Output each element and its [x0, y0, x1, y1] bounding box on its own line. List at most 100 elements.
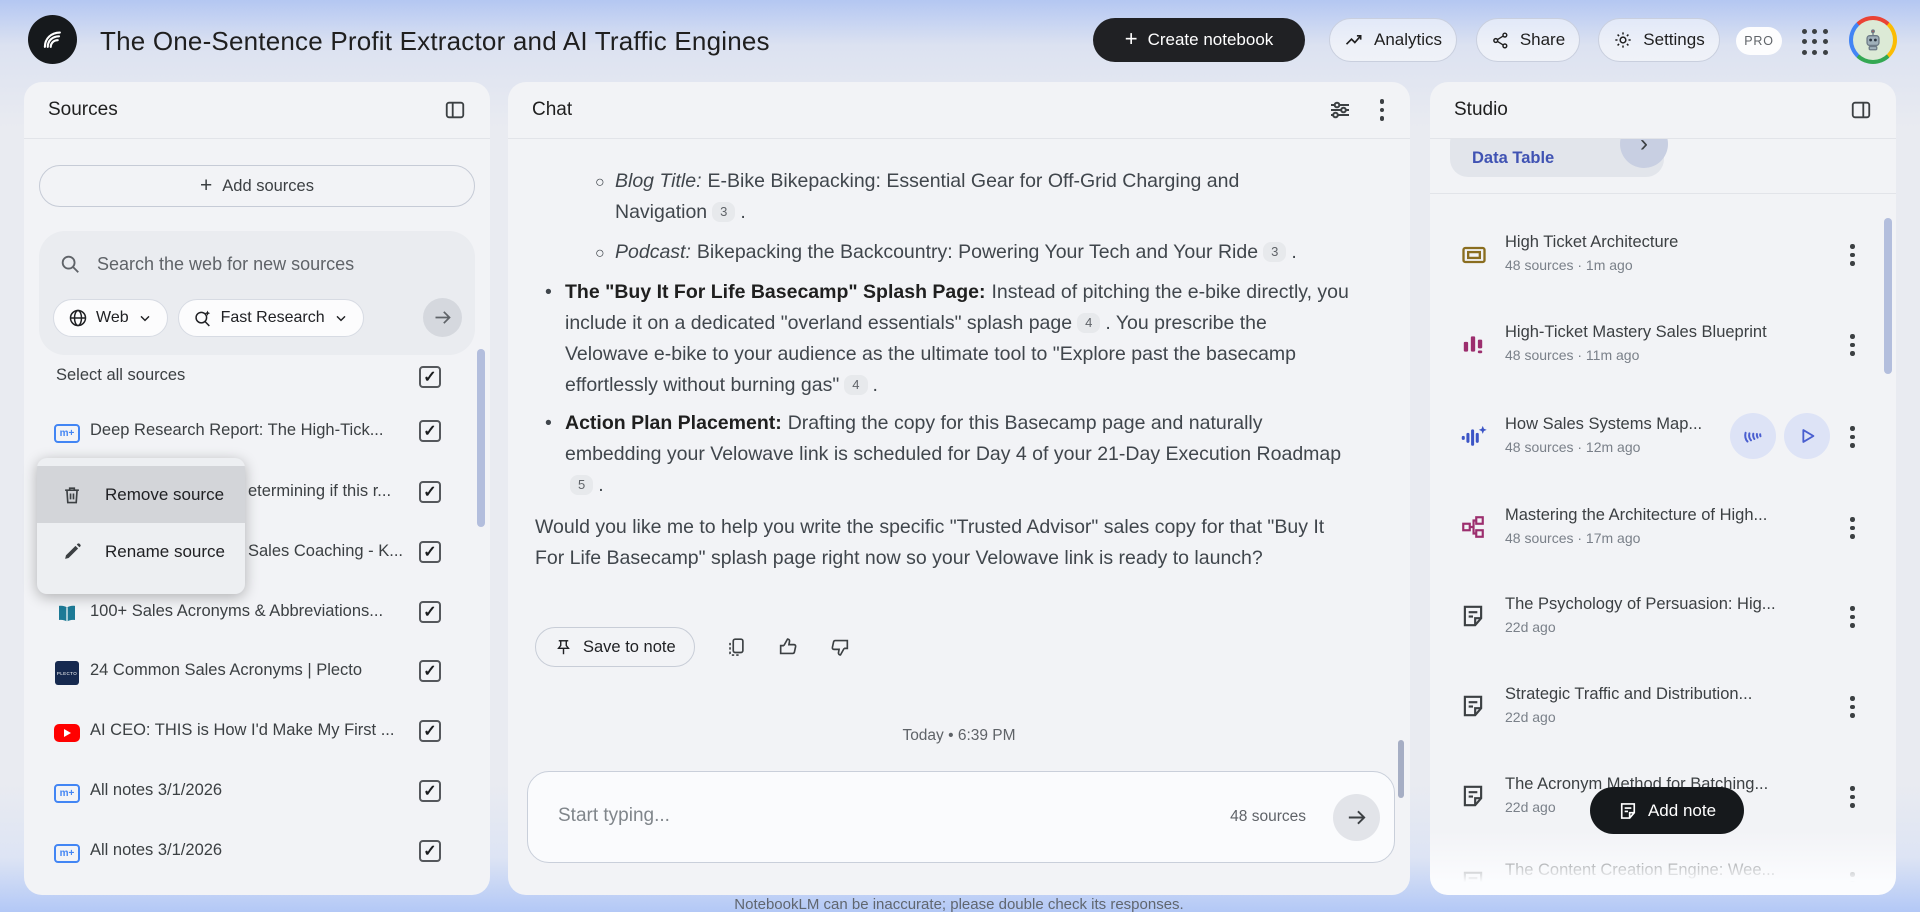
note-icon	[1460, 869, 1488, 895]
remove-source-menu-item[interactable]: Remove source	[37, 466, 245, 523]
book-icon	[54, 601, 80, 627]
add-note-button[interactable]: Add note	[1590, 787, 1744, 834]
citation-badge[interactable]: 3	[1263, 242, 1287, 262]
chat-timestamp: Today • 6:39 PM	[902, 727, 1016, 744]
source-row[interactable]: AI CEO: THIS is How I'd Make My First ..…	[24, 708, 490, 756]
studio-item-title: The Psychology of Persuasion: Hig...	[1505, 595, 1776, 613]
studio-item[interactable]: The Content Creation Engine: Wee...	[1430, 851, 1896, 895]
gear-icon	[1615, 32, 1631, 48]
app-launcher-icon[interactable]	[1800, 27, 1830, 57]
citation-badge[interactable]: 4	[1077, 313, 1101, 333]
studio-item-audio[interactable]: How Sales Systems Map... 48 sources · 12…	[1430, 405, 1896, 469]
trash-icon	[65, 486, 79, 503]
chat-settings-icon[interactable]	[1328, 98, 1352, 122]
chat-more-menu-icon[interactable]	[1378, 97, 1387, 123]
copy-icon[interactable]	[725, 636, 747, 658]
send-button[interactable]	[1333, 794, 1380, 841]
citation-badge[interactable]: 3	[712, 202, 736, 222]
table-icon	[1460, 241, 1488, 269]
source-row[interactable]: m+ All notes 3/1/2026 ✓	[24, 828, 490, 876]
source-checkbox[interactable]: ✓	[419, 541, 441, 563]
source-checkbox[interactable]: ✓	[419, 840, 441, 862]
studio-item[interactable]: The Psychology of Persuasion: Hig... 22d…	[1430, 585, 1896, 649]
studio-item[interactable]: High Ticket Architecture 48 sources · 1m…	[1430, 223, 1896, 287]
bullet-marker: ○	[595, 174, 605, 191]
audio-waveform-icon	[1460, 423, 1488, 451]
sources-scrollbar[interactable]	[477, 349, 485, 527]
research-mode-dropdown[interactable]: Fast Research	[177, 299, 364, 337]
studio-scrollbar[interactable]	[1884, 218, 1892, 374]
note-icon	[1620, 802, 1636, 819]
disclaimer-text: NotebookLM can be inaccurate; please dou…	[734, 896, 1184, 912]
source-context-menu: Remove source Rename source	[37, 458, 245, 594]
share-icon	[1492, 32, 1508, 48]
share-button[interactable]: Share	[1476, 18, 1580, 62]
studio-item-title: High Ticket Architecture	[1505, 233, 1679, 251]
studio-item-title: The Content Creation Engine: Wee...	[1505, 861, 1776, 879]
notebook-title[interactable]: The One-Sentence Profit Extractor and AI…	[100, 26, 770, 57]
citation-badge[interactable]: 4	[844, 375, 868, 395]
item-more-menu-icon[interactable]	[1848, 332, 1857, 358]
chat-input[interactable]: Start typing...	[558, 805, 670, 827]
item-more-menu-icon[interactable]	[1848, 515, 1857, 541]
item-more-menu-icon[interactable]	[1848, 870, 1857, 895]
source-label: Sales Coaching - K...	[248, 542, 403, 560]
collapse-panel-icon[interactable]	[444, 99, 466, 121]
rename-source-menu-item[interactable]: Rename source	[37, 523, 245, 580]
save-to-note-button[interactable]: Save to note	[535, 627, 695, 667]
sources-header: Sources	[24, 82, 490, 139]
thumbs-up-icon[interactable]	[777, 636, 799, 658]
top-bar: The One-Sentence Profit Extractor and AI…	[0, 0, 1920, 82]
flowchart-icon	[1460, 514, 1488, 542]
note-icon	[1460, 693, 1488, 721]
create-notebook-button[interactable]: + Create notebook	[1093, 18, 1305, 62]
search-input[interactable]: Search the web for new sources	[97, 254, 354, 275]
plus-icon: +	[200, 174, 213, 197]
markdown-icon: m+	[54, 783, 80, 803]
avatar[interactable]	[1849, 16, 1897, 64]
source-checkbox[interactable]: ✓	[419, 601, 441, 623]
source-checkbox[interactable]: ✓	[419, 481, 441, 503]
web-filter-dropdown[interactable]: Web	[53, 299, 168, 337]
source-checkbox[interactable]: ✓	[419, 780, 441, 802]
studio-item[interactable]: Strategic Traffic and Distribution... 22…	[1430, 675, 1896, 739]
studio-item[interactable]: Mastering the Architecture of High... 48…	[1430, 496, 1896, 560]
add-sources-button[interactable]: + Add sources	[39, 165, 475, 207]
source-row[interactable]: 100+ Sales Acronyms & Abbreviations... ✓	[24, 589, 490, 637]
source-checkbox[interactable]: ✓	[419, 420, 441, 442]
item-more-menu-icon[interactable]	[1848, 784, 1857, 810]
thumbs-down-icon[interactable]	[829, 636, 851, 658]
source-checkbox[interactable]: ✓	[419, 720, 441, 742]
settings-button[interactable]: Settings	[1598, 18, 1720, 62]
research-sparkle-icon	[194, 310, 210, 327]
studio-item[interactable]: High-Ticket Mastery Sales Blueprint 48 s…	[1430, 313, 1896, 377]
markdown-icon: m+	[54, 843, 80, 863]
notebooklm-logo[interactable]	[28, 15, 77, 64]
source-row[interactable]: PLECTO 24 Common Sales Acronyms | Plecto…	[24, 648, 490, 696]
sources-title: Sources	[48, 99, 118, 120]
studio-item-meta: 22d ago	[1505, 619, 1556, 635]
bar-chart-icon	[1460, 331, 1488, 359]
studio-item-title: Strategic Traffic and Distribution...	[1505, 685, 1753, 703]
chat-scrollbar[interactable]	[1398, 740, 1404, 798]
chat-sub-bullet: ○ Podcast: Bikepacking the Backcountry: P…	[595, 237, 1395, 268]
collapse-panel-icon[interactable]	[1850, 99, 1872, 121]
analytics-button[interactable]: Analytics	[1329, 18, 1457, 62]
source-row[interactable]: m+ Deep Research Report: The High-Tick..…	[24, 408, 490, 456]
chat-input-box: Start typing... 48 sources	[527, 771, 1395, 863]
search-submit-button[interactable]	[423, 298, 462, 337]
bullet-marker: ○	[595, 245, 605, 262]
chat-panel: Chat ○ Blog Title: E-Bike Bikepacking: Es…	[508, 82, 1410, 895]
studio-panel: Studio Data Table › High Ticket Architec…	[1430, 82, 1896, 895]
item-more-menu-icon[interactable]	[1848, 242, 1857, 268]
source-checkbox[interactable]: ✓	[419, 660, 441, 682]
source-count: 48 sources	[1230, 808, 1306, 825]
item-more-menu-icon[interactable]	[1848, 604, 1857, 630]
source-row[interactable]: m+ All notes 3/1/2026 ✓	[24, 768, 490, 816]
item-more-menu-icon[interactable]	[1848, 694, 1857, 720]
select-all-checkbox[interactable]: ✓	[419, 366, 441, 388]
citation-badge[interactable]: 5	[570, 475, 594, 495]
item-more-menu-icon[interactable]	[1848, 424, 1857, 450]
play-button[interactable]	[1784, 413, 1830, 459]
interactive-mode-button[interactable]	[1730, 413, 1776, 459]
